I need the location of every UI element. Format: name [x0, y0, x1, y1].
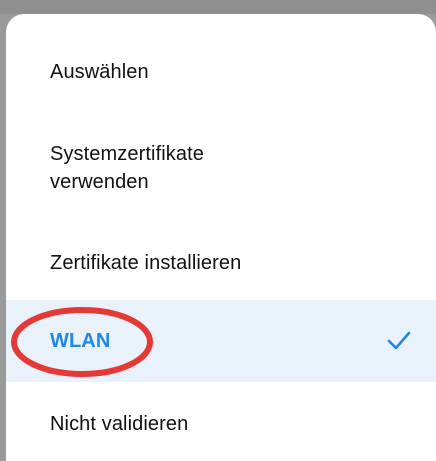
menu-item-nicht-validieren[interactable]: Nicht validieren	[6, 410, 436, 438]
checkmark-icon	[387, 331, 411, 350]
menu-item-label: WLAN	[50, 330, 111, 352]
menu-item-label: Systemzertifikate verwenden	[50, 143, 204, 193]
menu-item-label: Auswählen	[50, 61, 149, 83]
dimmed-backdrop	[0, 0, 436, 14]
menu-item-zertifikate-installieren[interactable]: Zertifikate installieren	[6, 249, 436, 277]
menu-item-auswaehlen[interactable]: Auswählen	[6, 58, 436, 86]
menu-item-wlan[interactable]: WLAN	[6, 300, 436, 382]
menu-item-label: Nicht validieren	[50, 413, 189, 435]
ca-certificate-menu: Auswählen Systemzertifikate verwenden Ze…	[6, 14, 436, 461]
menu-item-label: Zertifikate installieren	[50, 252, 242, 274]
menu-item-systemzertifikate[interactable]: Systemzertifikate verwenden	[6, 140, 436, 196]
